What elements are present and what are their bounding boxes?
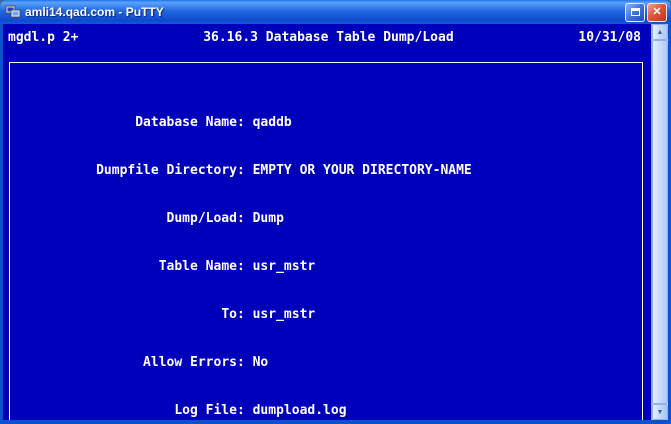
- field-value: usr_mstr: [252, 307, 316, 322]
- screen-header: mgdl.p 2+ 36.16.3 Database Table Dump/Lo…: [8, 30, 651, 46]
- field-dumpfile-directory: Dumpfile Directory: EMPTY OR YOUR DIRECTO…: [10, 147, 642, 178]
- up-arrow-icon: ▲: [656, 28, 664, 36]
- field-to: To: usr_mstr: [10, 291, 642, 322]
- field-label: Dumpfile Directory:: [96, 163, 245, 178]
- terminal-screen[interactable]: mgdl.p 2+ 36.16.3 Database Table Dump/Lo…: [3, 24, 651, 420]
- maximize-icon: [630, 8, 640, 16]
- field-table-name: Table Name: usr_mstr: [10, 243, 642, 274]
- scrollbar-down-button[interactable]: ▼: [652, 404, 668, 420]
- field-value: qaddb: [252, 115, 292, 130]
- field-allow-errors: Allow Errors: No: [10, 339, 642, 370]
- field-label: Log File:: [174, 403, 245, 418]
- field-label: Allow Errors:: [143, 355, 245, 370]
- field-label: Database Name:: [135, 115, 245, 130]
- scrollbar-thumb[interactable]: [652, 40, 668, 404]
- form-box: Database Name: qaddb Dumpfile Directory: E…: [9, 62, 643, 420]
- window-body: mgdl.p 2+ 36.16.3 Database Table Dump/Lo…: [0, 24, 671, 424]
- program-name: mgdl.p 2+: [8, 30, 79, 45]
- close-icon: ✕: [652, 5, 662, 18]
- scrollbar: ▲ ▼: [651, 24, 668, 420]
- field-value: EMPTY OR YOUR DIRECTORY-NAME: [252, 163, 472, 178]
- screen-title: 36.16.3 Database Table Dump/Load: [203, 30, 454, 45]
- screen-date: 10/31/08: [578, 30, 641, 45]
- field-label: To:: [221, 307, 245, 322]
- field-value: No: [252, 355, 269, 370]
- field-label: Table Name:: [158, 259, 245, 274]
- field-log-file: Log File: dumpload.log: [10, 387, 642, 418]
- field-dump-load: Dump/Load: Dump: [10, 195, 642, 226]
- window-title: amli14.qad.com - PuTTY: [25, 5, 164, 19]
- putty-icon: [5, 4, 21, 20]
- field-value: usr_mstr: [252, 259, 316, 274]
- field-value: dumpload.log: [252, 403, 347, 418]
- putty-window: amli14.qad.com - PuTTY ✕ mgdl.p 2+ 36.16…: [0, 0, 671, 424]
- down-arrow-icon: ▼: [656, 408, 664, 416]
- maximize-button[interactable]: [625, 2, 645, 22]
- window-controls: ✕: [625, 2, 667, 22]
- field-label: Dump/Load:: [166, 211, 245, 226]
- close-button[interactable]: ✕: [647, 2, 667, 22]
- field-value: Dump: [252, 211, 284, 226]
- scrollbar-up-button[interactable]: ▲: [652, 24, 668, 40]
- field-database-name: Database Name: qaddb: [10, 99, 642, 130]
- titlebar[interactable]: amli14.qad.com - PuTTY ✕: [0, 0, 671, 24]
